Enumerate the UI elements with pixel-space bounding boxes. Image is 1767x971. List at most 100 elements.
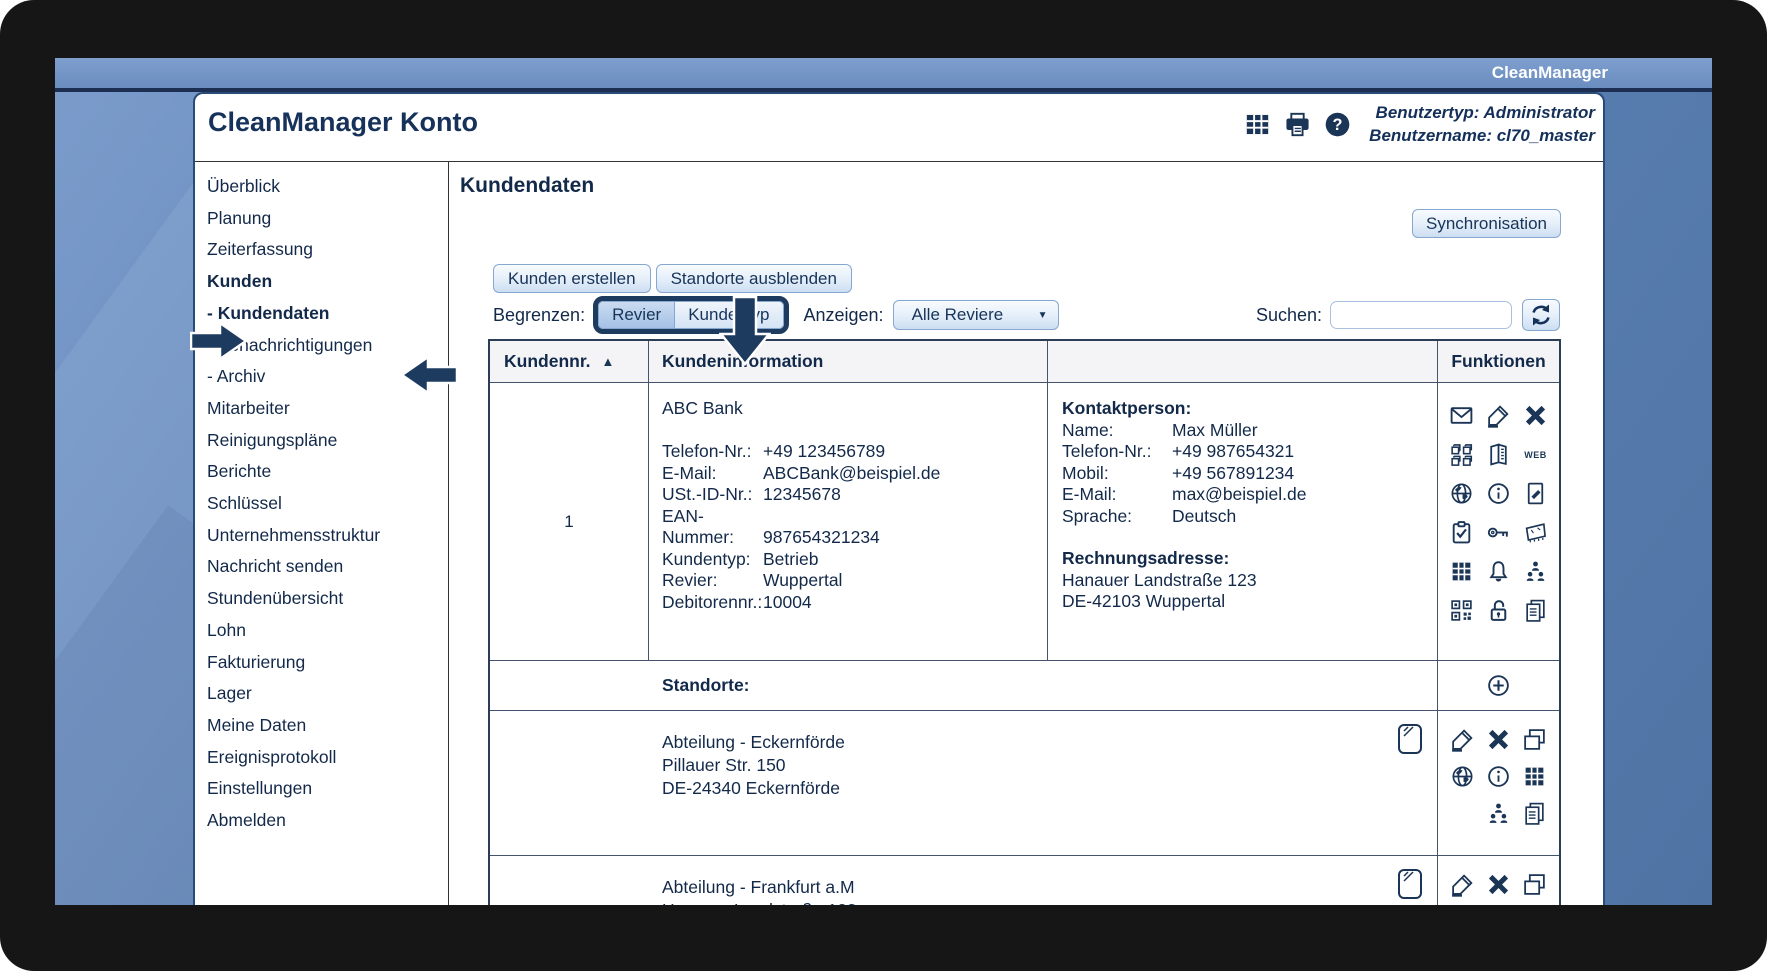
help-icon[interactable]	[1324, 111, 1351, 138]
documents-icon[interactable]	[1523, 598, 1548, 623]
edit-icon[interactable]	[1486, 403, 1511, 428]
org-icon[interactable]	[1523, 559, 1548, 584]
device-frame: CleanManager CleanManager Konto Benutzer…	[0, 0, 1767, 971]
key-icon[interactable]	[1486, 520, 1511, 545]
sidebar-item-mitarbeiter[interactable]: Mitarbeiter	[207, 393, 448, 425]
field-label: EAN-Nummer:	[662, 505, 734, 548]
sidebar-item-kunden[interactable]: Kunden	[207, 266, 448, 298]
delete-icon[interactable]	[1486, 872, 1511, 897]
app-window: CleanManager Konto Benutzertyp: Administ…	[193, 92, 1605, 905]
location-functions-cell	[1438, 711, 1559, 856]
field-value: +49 123456789	[763, 441, 886, 461]
customer-table: Kundennr. ▲ Kundeninformation Funktionen…	[488, 339, 1561, 905]
bell-icon[interactable]	[1486, 559, 1511, 584]
duplicate-icon[interactable]	[1522, 727, 1547, 752]
sidebar-item-schluessel[interactable]: Schlüssel	[207, 488, 448, 520]
column-header-funktionen: Funktionen	[1438, 341, 1559, 383]
billing-line: Hanauer Landstraße 123	[1062, 569, 1257, 590]
customer-functions-cell: WEB	[1438, 383, 1559, 661]
dropdown-caret-icon: ▼	[1037, 310, 1048, 321]
sidebar-item-lager[interactable]: Lager	[207, 678, 448, 710]
column-header-kundennr[interactable]: Kundennr. ▲	[490, 341, 649, 383]
location-line: Abteilung - Frankfurt a.M	[662, 877, 855, 897]
table-icon[interactable]	[1244, 111, 1271, 138]
clipboard-check-icon[interactable]	[1449, 520, 1474, 545]
delete-icon[interactable]	[1523, 403, 1548, 428]
reviere-dropdown[interactable]: Alle Reviere ▼	[892, 300, 1059, 330]
hide-locations-button[interactable]: Standorte ausblenden	[655, 264, 852, 293]
header-icons	[1244, 111, 1351, 138]
field-value: 10004	[763, 591, 812, 612]
sidebar-item-ereignisprotokoll[interactable]: Ereignisprotokoll	[207, 742, 448, 774]
limit-label: Begrenzen:	[493, 304, 586, 325]
sidebar-item-reinigungsplaene[interactable]: Reinigungspläne	[207, 425, 448, 457]
create-customer-button[interactable]: Kunden erstellen	[493, 264, 651, 293]
sidebar-item-planung[interactable]: Planung	[207, 203, 448, 235]
print-icon[interactable]	[1284, 111, 1311, 138]
synchronisation-button[interactable]: Synchronisation	[1412, 209, 1561, 238]
web-icon[interactable]: WEB	[1524, 450, 1547, 460]
sidebar-item-fakturierung[interactable]: Fakturierung	[207, 647, 448, 679]
edit-icon[interactable]	[1450, 872, 1475, 897]
field-label: Telefon-Nr.:	[662, 441, 752, 461]
customer-fields: Telefon-Nr.: +49 123456789 E-Mail: ABCBank…	[662, 441, 1047, 613]
customer-row: 1 ABC Bank Telefon-Nr.: +49 123456789 E-M…	[490, 383, 1559, 661]
map-icon[interactable]	[1523, 520, 1548, 545]
sidebar-item-einstellungen[interactable]: Einstellungen	[207, 773, 448, 805]
field-value: Max Müller	[1172, 419, 1258, 440]
sidebar-item-zeiterfassung[interactable]: Zeiterfassung	[207, 234, 448, 266]
info-icon[interactable]	[1486, 481, 1511, 506]
qr-icon[interactable]	[1449, 598, 1474, 623]
section-title: Kundendaten	[460, 174, 595, 197]
sidebar-item-unternehmensstruktur[interactable]: Unternehmensstruktur	[207, 520, 448, 552]
filter-row: Begrenzen: Revier Kundentyp Anzeigen: Al…	[493, 295, 1560, 335]
documents-icon[interactable]	[1522, 801, 1547, 826]
envelope-icon[interactable]	[1449, 403, 1474, 428]
brand-label: CleanManager	[1491, 63, 1608, 82]
segment-revier[interactable]: Revier	[598, 301, 675, 329]
main-content: Kundendaten Synchronisation Kunden erste…	[450, 162, 1603, 905]
annotation-arrow-right	[190, 320, 248, 362]
sort-asc-icon[interactable]: ▲	[602, 354, 615, 369]
sidebar-item-stundenuebersicht[interactable]: Stundenübersicht	[207, 583, 448, 615]
edit-icon[interactable]	[1450, 727, 1475, 752]
sidebar-item-lohn[interactable]: Lohn	[207, 615, 448, 647]
binder-icon[interactable]	[1486, 442, 1511, 467]
locations-add-cell	[1438, 661, 1559, 711]
duplicate-icon[interactable]	[1522, 872, 1547, 897]
billing-title: Rechnungsadresse:	[1062, 548, 1230, 568]
delete-icon[interactable]	[1486, 727, 1511, 752]
contact-fields: Name: Max Müller Telefon-Nr.: +49 98765432…	[1062, 420, 1437, 528]
plus-circle-icon[interactable]	[1486, 673, 1511, 698]
annotation-arrow-left	[400, 354, 458, 396]
contact-title: Kontaktperson:	[1062, 398, 1192, 418]
action-buttons: Kunden erstellen Standorte ausblenden	[493, 264, 852, 293]
field-value: +49 567891234	[1172, 462, 1295, 483]
refresh-button[interactable]	[1522, 299, 1560, 331]
location-functions-cell	[1438, 856, 1559, 905]
org-icon[interactable]	[1486, 801, 1511, 826]
note-icon[interactable]	[1397, 723, 1423, 755]
calculator-icon[interactable]	[1522, 764, 1547, 789]
show-label: Anzeigen:	[803, 304, 884, 325]
search-input[interactable]	[1330, 301, 1512, 329]
unlock-icon[interactable]	[1486, 598, 1511, 623]
globe-icon[interactable]	[1449, 481, 1474, 506]
billing-line: DE-42103 Wuppertal	[1062, 591, 1226, 611]
locations-label: Standorte:	[490, 661, 1438, 711]
user-block: Benutzertyp: Administrator Benutzername:…	[1244, 101, 1595, 147]
sidebar-item-berichte[interactable]: Berichte	[207, 456, 448, 488]
globe-icon[interactable]	[1450, 764, 1475, 789]
sidebar-item-abmelden[interactable]: Abmelden	[207, 805, 448, 837]
note-edit-icon[interactable]	[1523, 481, 1548, 506]
sidebar-item-meine-daten[interactable]: Meine Daten	[207, 710, 448, 742]
info-icon[interactable]	[1486, 764, 1511, 789]
sidebar-item-nachricht-senden[interactable]: Nachricht senden	[207, 551, 448, 583]
field-label: Mobil:	[1062, 462, 1109, 483]
field-label: Kundentyp:	[662, 548, 751, 569]
sidebar-item-ueberblick[interactable]: Überblick	[207, 171, 448, 203]
note-icon[interactable]	[1397, 868, 1423, 900]
calculator-icon[interactable]	[1449, 559, 1474, 584]
customer-name: ABC Bank	[662, 398, 743, 418]
copies-icon[interactable]	[1449, 442, 1474, 467]
